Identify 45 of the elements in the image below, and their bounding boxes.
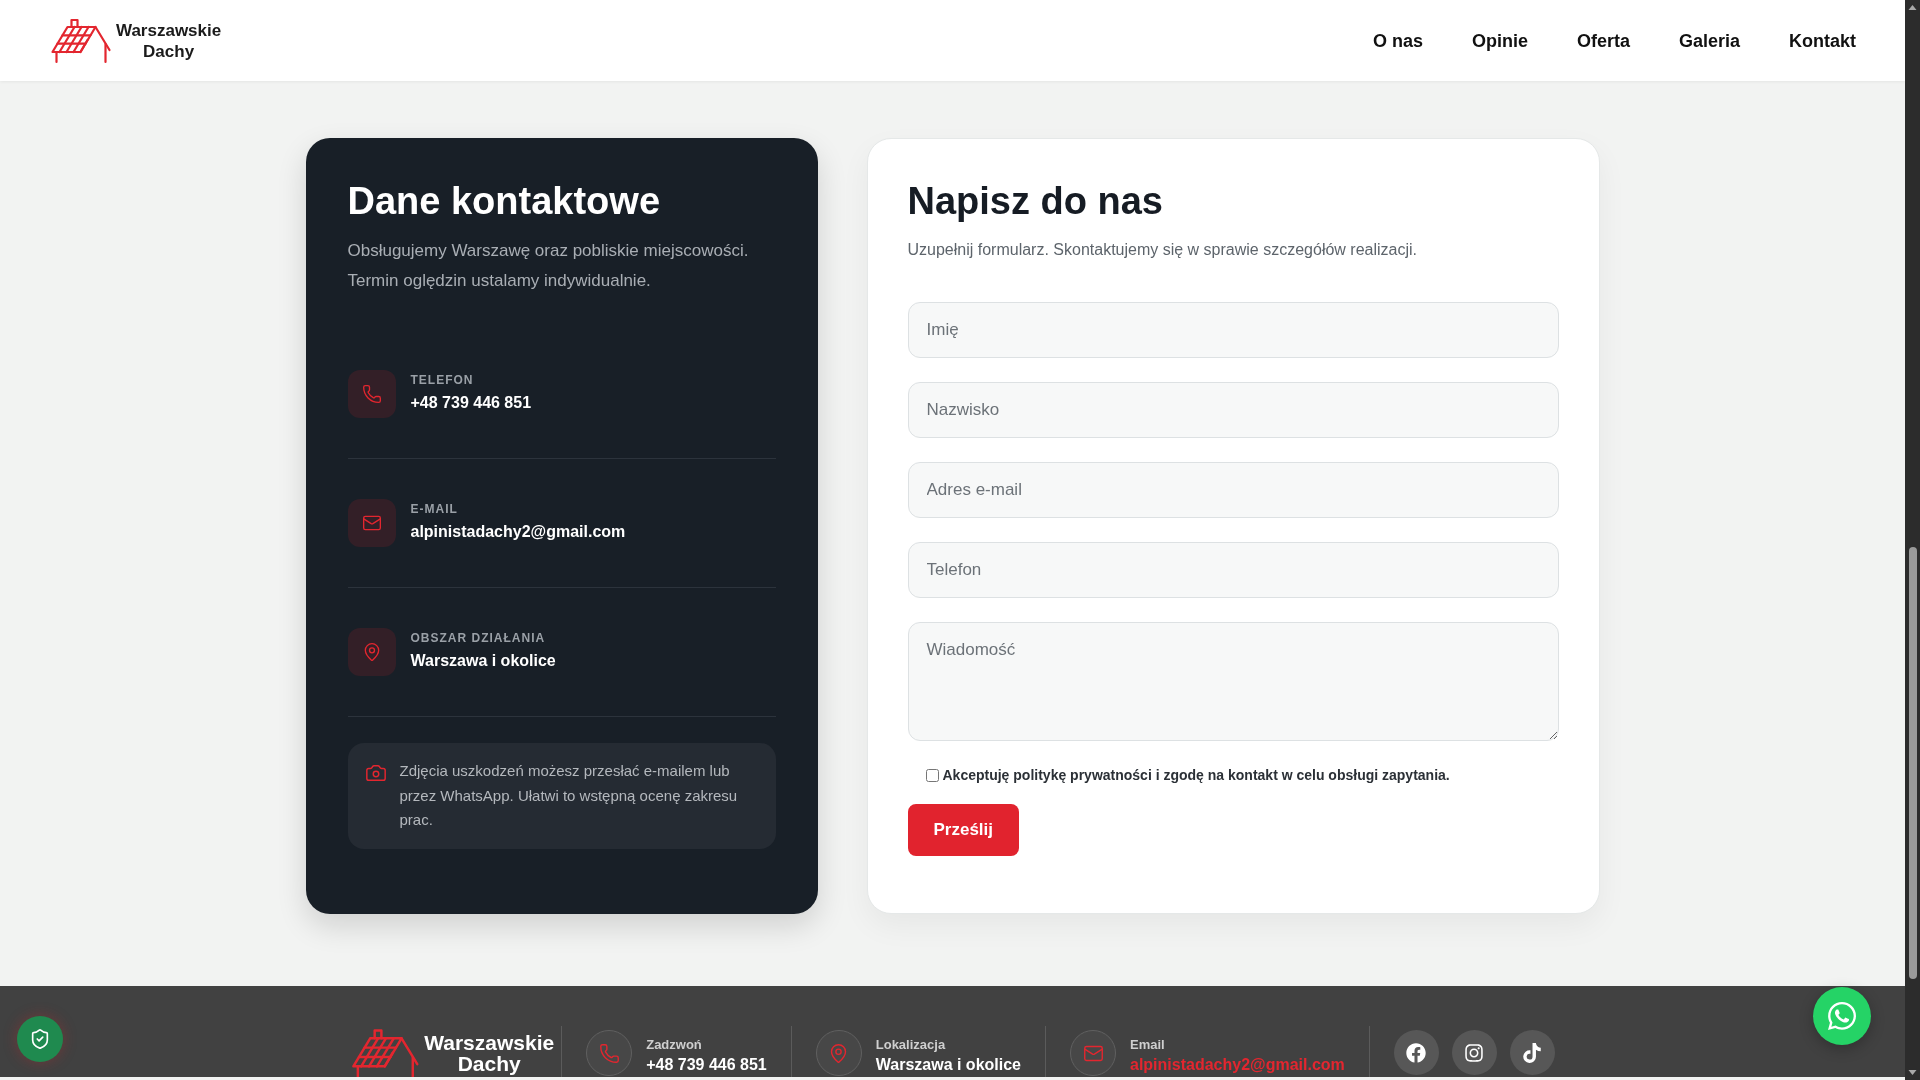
mail-icon <box>347 499 396 547</box>
scrollbar-thumb[interactable] <box>1908 547 1917 979</box>
input-field[interactable]: Nazwisko <box>907 382 1559 438</box>
brand-name: Warszawskie Dachy <box>116 19 222 62</box>
contact-value: Warszawa i okolice <box>410 651 556 671</box>
tiktok-icon <box>1522 1042 1543 1063</box>
contact-label: OBSZAR DZIAŁANIA <box>410 630 547 646</box>
nav-link[interactable]: Oferta <box>1576 28 1630 53</box>
card-description: Uzupełnij formularz. Skontaktujemy się w sprawie szczegółów realizacji. <box>907 240 1419 260</box>
footer-contact-label: Zadzwoń <box>646 1037 703 1053</box>
textarea-field[interactable]: Wiadomość <box>907 622 1559 741</box>
consent-checkbox[interactable] <box>925 768 939 782</box>
contact-label: TELEFON <box>410 372 475 388</box>
footer-contact-label: Email <box>1130 1037 1166 1053</box>
contact-value: alpinistadachy2@gmail.com <box>410 522 626 542</box>
whatsapp-icon <box>1826 1000 1858 1032</box>
phone-icon <box>347 370 396 418</box>
card-title: Dane kontaktowe <box>347 179 662 224</box>
tiktok-button[interactable] <box>1509 1030 1555 1075</box>
input-field[interactable]: Telefon <box>907 542 1559 598</box>
facebook-icon <box>1406 1042 1427 1063</box>
scrollbar[interactable] <box>1905 0 1920 1080</box>
consent-label: Akceptuję politykę prywatności i zgodę na kontakt w celu obsługi zapytania. <box>942 766 1450 785</box>
footer-contact-value: Warszawa i okolice <box>875 1055 1021 1075</box>
input-field[interactable]: Imię <box>907 302 1559 358</box>
nav-link[interactable]: Opinie <box>1471 28 1528 53</box>
footer-contact-label: Lokalizacja <box>875 1037 947 1053</box>
brand-name: Warszawskie Dachy <box>424 1032 555 1074</box>
nav-link[interactable]: O nas <box>1372 28 1423 53</box>
nav-link[interactable]: Kontakt <box>1789 28 1856 53</box>
card-description: Obsługujemy Warszawę oraz pobliskie miejscowości. Termin oględzin ustalamy indywidualnie. <box>347 240 750 292</box>
facebook-button[interactable] <box>1393 1030 1439 1075</box>
submit-button[interactable]: Prześlij <box>907 804 1020 856</box>
footer-contact-value: +48 739 446 851 <box>646 1055 767 1075</box>
shield-check-icon <box>29 1028 51 1050</box>
camera-icon <box>364 762 387 784</box>
instagram-icon <box>1464 1042 1485 1063</box>
contact-label: E-MAIL <box>410 501 459 517</box>
note-text: Zdjęcia uszkodzeń możesz przesłać e-mailem lub przez WhatsApp. Ułatwi to wstępną ocenę zakresu prac. <box>399 761 739 830</box>
contact-value: +48 739 446 851 <box>410 393 532 413</box>
instagram-button[interactable] <box>1451 1030 1497 1075</box>
input-field[interactable]: Adres e-mail <box>907 462 1559 518</box>
nav-link[interactable]: Galeria <box>1678 28 1740 53</box>
card-title: Napisz do nas <box>907 179 1164 224</box>
map-pin-icon <box>347 628 396 676</box>
